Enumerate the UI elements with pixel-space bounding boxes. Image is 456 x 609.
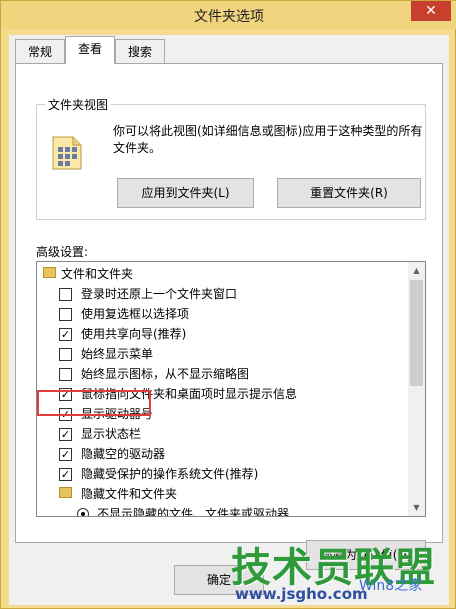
close-button[interactable]: ✕ (411, 1, 451, 21)
scroll-down-arrow-icon[interactable]: ▼ (408, 499, 425, 516)
window-title: 文件夹选项 (194, 9, 264, 25)
folder-view-icon (52, 136, 82, 170)
advanced-settings-label: 高级设置: (36, 245, 89, 259)
dialog-client: 常规 查看 搜索 文件夹视图 你可以将此视图(如详细信息或图标)应用于这种类型的… (9, 35, 449, 605)
checkbox[interactable] (59, 308, 72, 321)
folder-options-dialog: 文件夹选项 ✕ 常规 查看 搜索 文件夹视图 你可以将此视图(如详细信息或图标)… (0, 0, 456, 609)
folder-icon (59, 487, 72, 498)
checkbox[interactable] (59, 288, 72, 301)
ok-button[interactable]: 确定 (174, 565, 264, 595)
view-tab-panel: 文件夹视图 你可以将此视图(如详细信息或图标)应用于这种类型的所有文件夹。 应用… (15, 63, 443, 570)
tab-general[interactable]: 常规 (15, 39, 65, 65)
checkbox[interactable] (59, 368, 72, 381)
advanced-settings-list: 文件和文件夹 登录时还原上一个文件夹窗口 使用复选框以选择项 ✓ 使用共享向导(… (36, 261, 426, 517)
folder-views-title: 文件夹视图 (45, 96, 112, 113)
folder-views-group: 文件夹视图 你可以将此视图(如详细信息或图标)应用于这种类型的所有文件夹。 应用… (36, 96, 426, 220)
scroll-up-arrow-icon[interactable]: ▲ (408, 262, 425, 279)
restore-defaults-button[interactable]: 还原为默认值(D) (306, 540, 426, 570)
vertical-scrollbar[interactable]: ▲ ▼ (408, 262, 425, 516)
checkbox-checked[interactable]: ✓ (59, 428, 72, 441)
reset-folders-button[interactable]: 重置文件夹(R) (277, 178, 421, 208)
scrollbar-thumb[interactable] (410, 280, 423, 386)
checkbox-checked[interactable]: ✓ (59, 448, 72, 461)
checkbox-checked[interactable]: ✓ (59, 468, 72, 481)
title-bar: 文件夹选项 ✕ (1, 1, 456, 29)
tab-view[interactable]: 查看 (65, 36, 115, 64)
radio-selected[interactable] (77, 508, 89, 516)
checkbox-checked[interactable]: ✓ (59, 328, 72, 341)
tab-search[interactable]: 搜索 (115, 39, 165, 65)
folder-views-description: 你可以将此视图(如详细信息或图标)应用于这种类型的所有文件夹。 (113, 124, 423, 155)
folder-icon (43, 267, 56, 278)
status-bar-highlight-box (37, 390, 151, 416)
apply-to-folders-button[interactable]: 应用到文件夹(L) (117, 178, 254, 208)
checkbox[interactable] (59, 348, 72, 361)
